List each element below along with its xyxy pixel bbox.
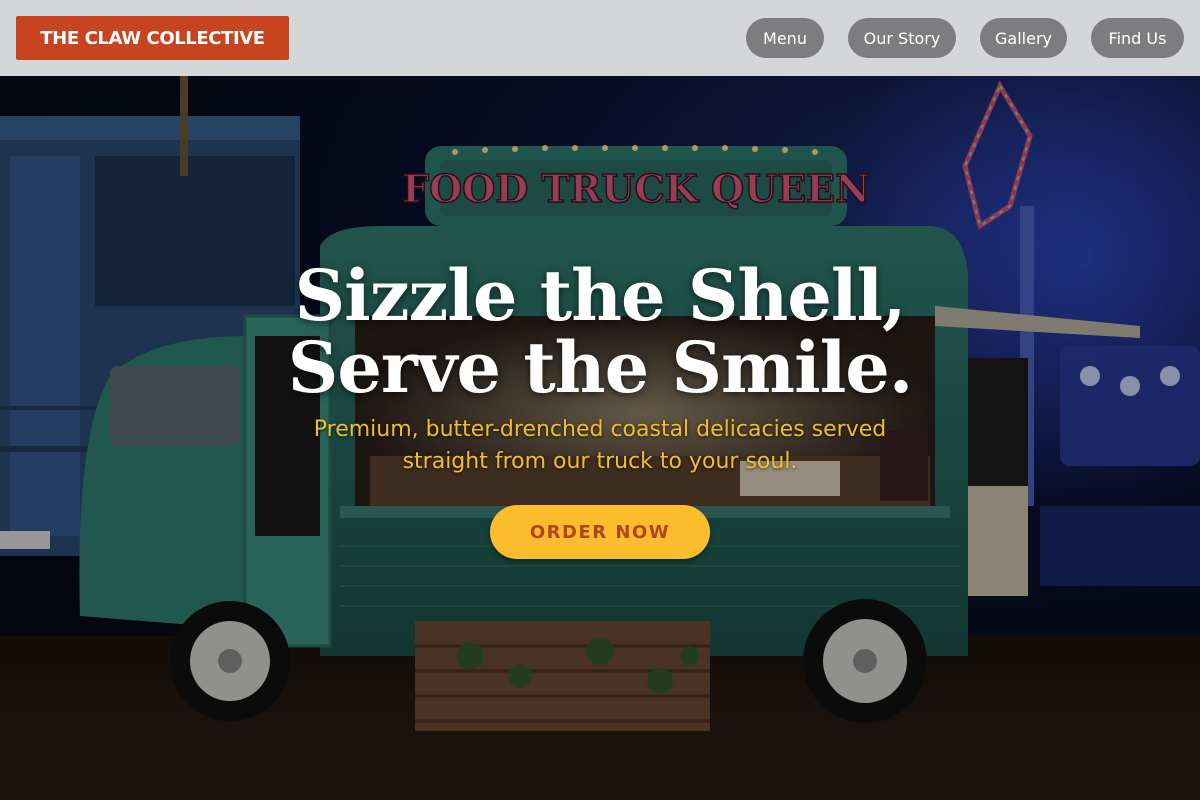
brand-logo[interactable]: THE CLAW COLLECTIVE <box>16 16 289 60</box>
site-header: THE CLAW COLLECTIVE Menu Our Story Galle… <box>0 0 1200 76</box>
hero-section: FOOD TRUCK QUEEN Sizzle the Shell, Serve… <box>0 76 1200 800</box>
hero-headline-line1: Sizzle the Shell, <box>294 254 907 337</box>
order-now-button[interactable]: ORDER NOW <box>490 505 710 559</box>
hero-subtitle-line2: straight from our truck to your soul. <box>402 449 798 474</box>
hero-headline-line2: Serve the Smile. <box>287 326 913 409</box>
hero-subtitle-line1: Premium, butter-drenched coastal delicac… <box>313 417 887 442</box>
nav-our-story-button[interactable]: Our Story <box>848 18 956 58</box>
nav-find-us-button[interactable]: Find Us <box>1091 18 1184 58</box>
nav-gallery-button[interactable]: Gallery <box>980 18 1067 58</box>
nav-menu-button[interactable]: Menu <box>746 18 824 58</box>
